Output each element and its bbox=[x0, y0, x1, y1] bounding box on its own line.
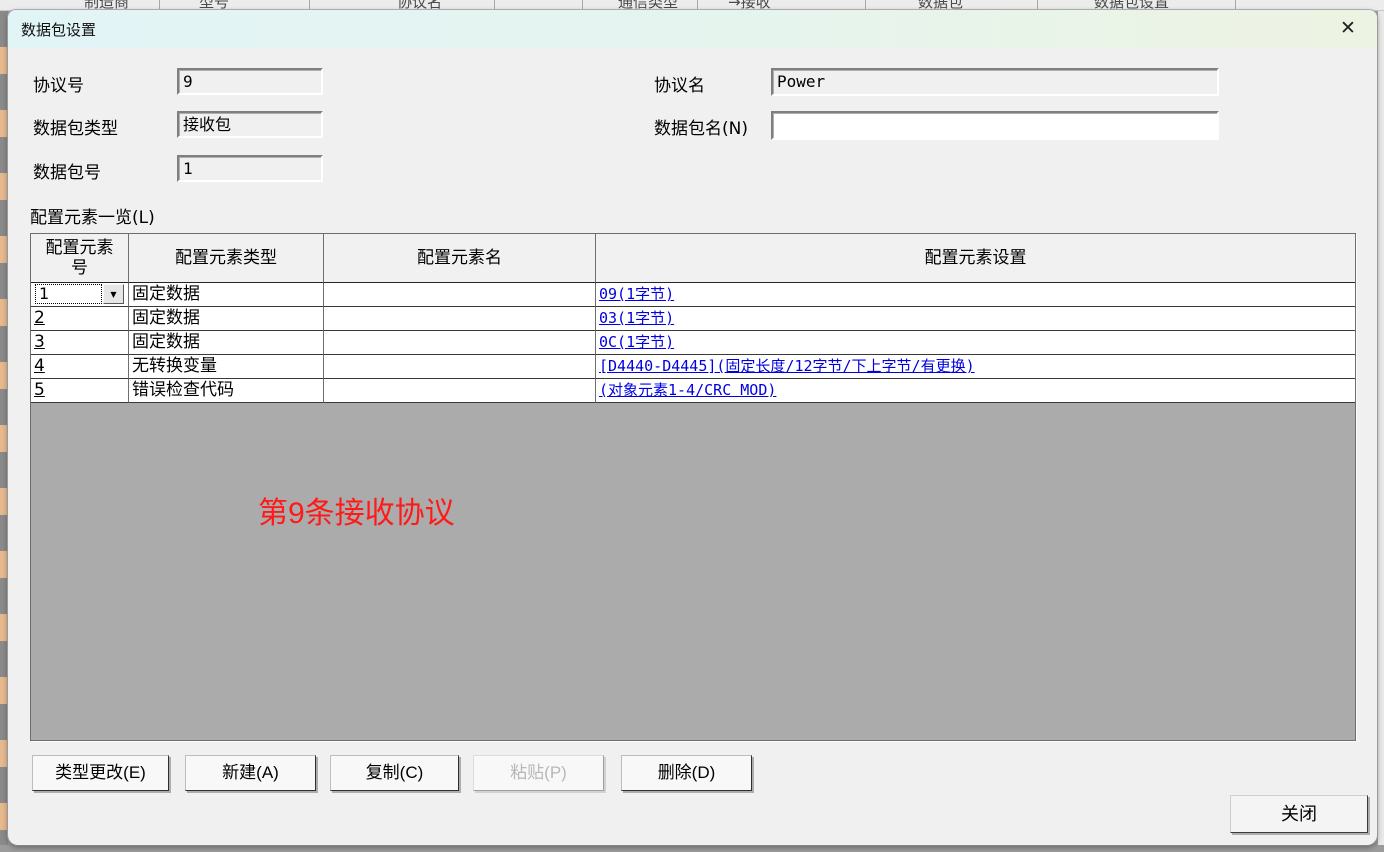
header-element-type: 配置元素类型 bbox=[129, 234, 324, 283]
element-no-cell[interactable]: 1 ▼ bbox=[31, 283, 129, 307]
element-type-cell[interactable]: 固定数据 bbox=[129, 307, 324, 331]
setting-link[interactable]: 03(1字节) bbox=[599, 309, 674, 327]
element-name-cell[interactable] bbox=[324, 379, 596, 403]
titlebar[interactable]: 数据包设置 ✕ bbox=[8, 10, 1377, 48]
packet-type-label: 数据包类型 bbox=[33, 114, 118, 139]
table-header-row: 配置元素 号 配置元素类型 配置元素名 配置元素设置 bbox=[31, 234, 1355, 283]
header-element-no: 配置元素 号 bbox=[31, 234, 129, 283]
delete-button[interactable]: 删除(D) bbox=[621, 755, 752, 791]
paste-button[interactable]: 粘贴(P) bbox=[473, 755, 604, 791]
table-row: 5 错误检查代码 (对象元素1-4/CRC MOD) bbox=[31, 379, 1355, 403]
element-no-cell[interactable]: 3 bbox=[31, 331, 129, 355]
new-button[interactable]: 新建(A) bbox=[185, 755, 316, 791]
packet-type-field[interactable]: 接收包 bbox=[177, 111, 323, 138]
element-setting-cell[interactable]: 09(1字节) bbox=[596, 283, 1355, 307]
protocol-no-label: 协议号 bbox=[33, 71, 84, 96]
element-name-cell[interactable] bbox=[324, 355, 596, 379]
close-button[interactable]: 关闭 bbox=[1230, 795, 1368, 833]
background-left-strip bbox=[0, 11, 8, 852]
protocol-name-field[interactable]: Power bbox=[771, 68, 1219, 96]
element-no-combobox[interactable]: 1 ▼ bbox=[34, 283, 125, 305]
chevron-down-icon[interactable]: ▼ bbox=[103, 284, 124, 304]
element-name-cell[interactable] bbox=[324, 307, 596, 331]
packet-name-input[interactable] bbox=[771, 111, 1219, 140]
element-setting-cell[interactable]: 03(1字节) bbox=[596, 307, 1355, 331]
table-row: 3 固定数据 0C(1字节) bbox=[31, 331, 1355, 355]
setting-link[interactable]: 0C(1字节) bbox=[599, 333, 674, 351]
element-setting-cell[interactable]: 0C(1字节) bbox=[596, 331, 1355, 355]
setting-link[interactable]: (对象元素1-4/CRC MOD) bbox=[599, 381, 776, 399]
element-type-cell[interactable]: 错误检查代码 bbox=[129, 379, 324, 403]
element-type-cell[interactable]: 固定数据 bbox=[129, 283, 324, 307]
element-type-cell[interactable]: 无转换变量 bbox=[129, 355, 324, 379]
element-setting-cell[interactable]: (对象元素1-4/CRC MOD) bbox=[596, 379, 1355, 403]
packet-name-label: 数据包名(N) bbox=[654, 114, 748, 139]
element-type-cell[interactable]: 固定数据 bbox=[129, 331, 324, 355]
background-right-strip bbox=[1377, 11, 1384, 845]
close-icon[interactable]: ✕ bbox=[1336, 16, 1360, 40]
element-name-cell[interactable] bbox=[324, 331, 596, 355]
dialog-title: 数据包设置 bbox=[21, 19, 96, 40]
element-name-cell[interactable] bbox=[324, 283, 596, 307]
copy-button[interactable]: 复制(C) bbox=[330, 755, 459, 791]
table-row: 2 固定数据 03(1字节) bbox=[31, 307, 1355, 331]
element-setting-cell[interactable]: [D4440-D4445](固定长度/12字节/下上字节/有更换) bbox=[596, 355, 1355, 379]
packet-no-label: 数据包号 bbox=[33, 158, 101, 183]
header-element-name: 配置元素名 bbox=[324, 234, 596, 283]
packet-settings-dialog: 数据包设置 ✕ 协议号 数据包类型 数据包号 协议名 数据包名(N) 9 接收包… bbox=[8, 10, 1377, 845]
protocol-no-field[interactable]: 9 bbox=[177, 68, 323, 95]
element-list-label: 配置元素一览(L) bbox=[30, 203, 155, 228]
protocol-name-label: 协议名 bbox=[654, 71, 705, 96]
change-type-button[interactable]: 类型更改(E) bbox=[32, 755, 169, 791]
combobox-value[interactable]: 1 bbox=[35, 284, 102, 304]
element-no-cell[interactable]: 5 bbox=[31, 379, 129, 403]
header-element-setting: 配置元素设置 bbox=[596, 234, 1355, 283]
element-no-cell[interactable]: 2 bbox=[31, 307, 129, 331]
setting-link[interactable]: 09(1字节) bbox=[599, 285, 674, 303]
packet-no-field[interactable]: 1 bbox=[177, 155, 323, 182]
table-row: 1 ▼ 固定数据 09(1字节) bbox=[31, 283, 1355, 307]
element-no-cell[interactable]: 4 bbox=[31, 355, 129, 379]
element-table: 配置元素 号 配置元素类型 配置元素名 配置元素设置 1 ▼ 固定数据 09(1… bbox=[30, 233, 1356, 741]
setting-link[interactable]: [D4440-D4445](固定长度/12字节/下上字节/有更换) bbox=[599, 357, 975, 375]
background-bottom-strip bbox=[0, 845, 1384, 852]
red-annotation: 第9条接收协议 bbox=[258, 488, 455, 532]
table-row: 4 无转换变量 [D4440-D4445](固定长度/12字节/下上字节/有更换… bbox=[31, 355, 1355, 379]
